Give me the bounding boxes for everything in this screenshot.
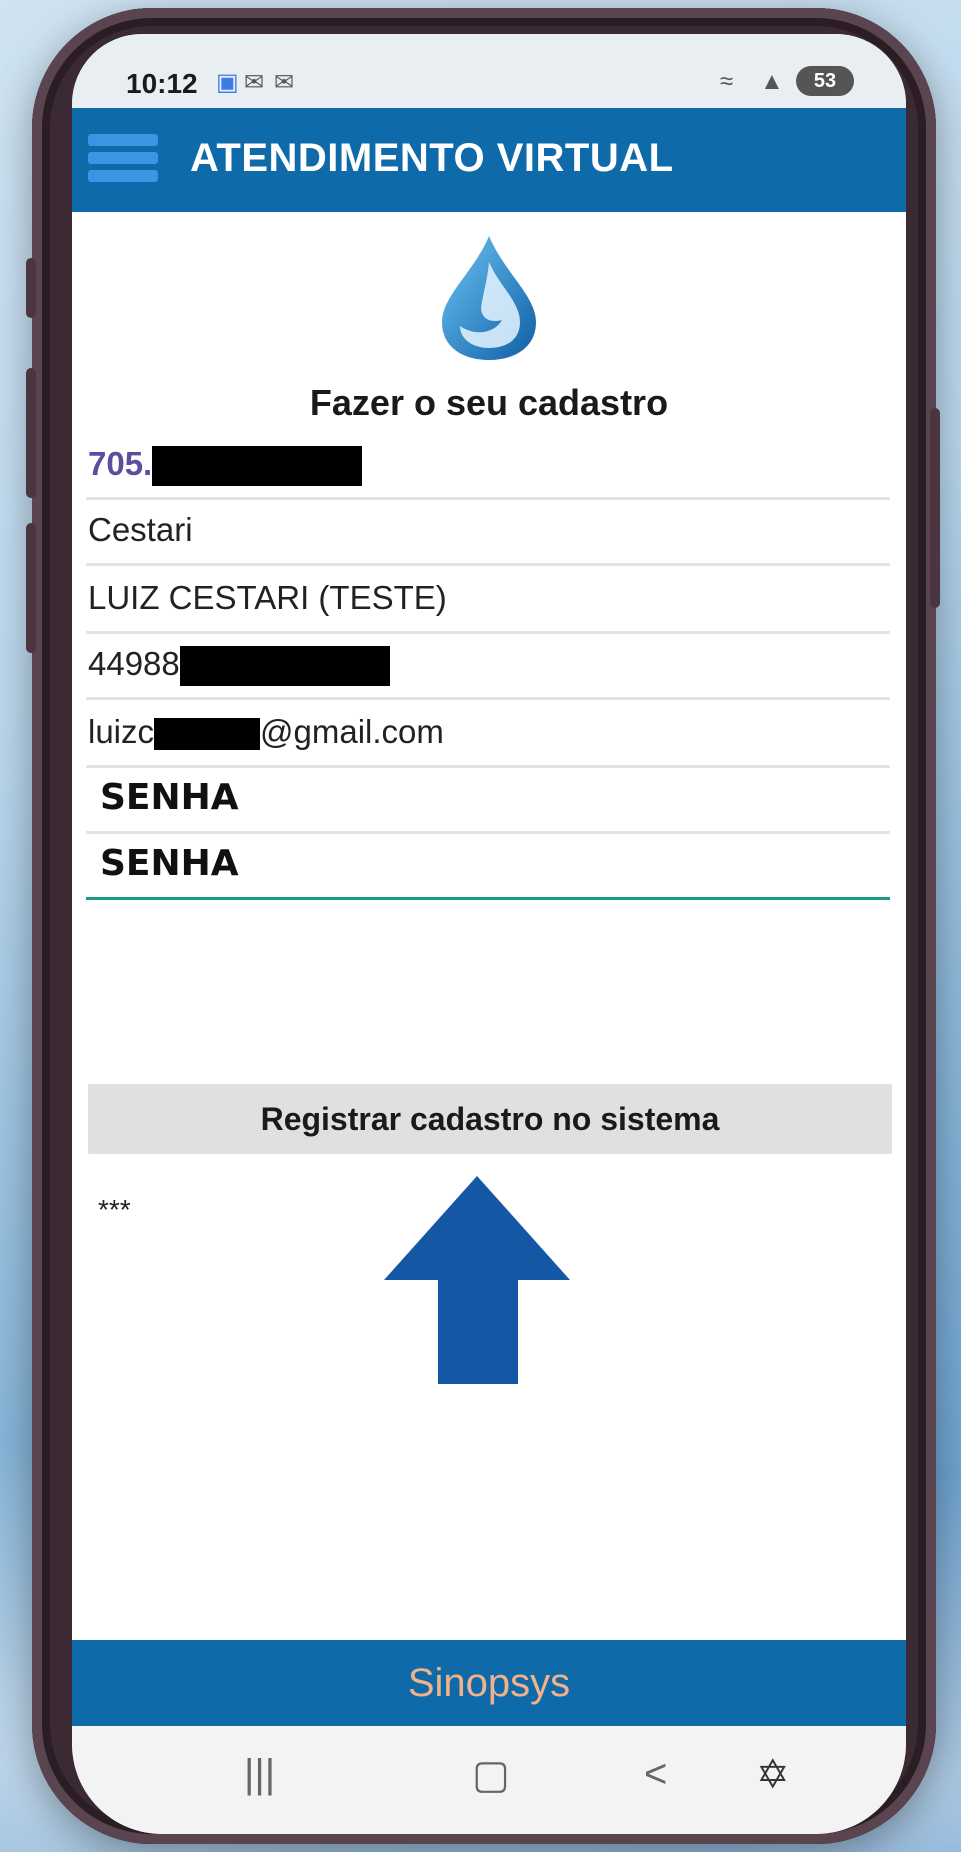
back-icon[interactable]: < (644, 1752, 667, 1797)
redaction-box (154, 718, 261, 751)
footer: Sinopsys (72, 1640, 906, 1726)
phone-screen: 10:12 ▣ ✉ ✉ ≈ ▲ 53 ATENDIMENTO VIRTUAL F… (72, 34, 906, 1834)
full-name-value: LUIZ CESTARI (TESTE) (88, 579, 447, 616)
volume-up-button (26, 258, 36, 318)
gmail-icon: ✉ (244, 69, 265, 96)
volume-down-button (26, 368, 36, 498)
side-key (26, 523, 36, 653)
menu-button[interactable] (88, 134, 158, 190)
confirm-password-field[interactable]: SENHA (86, 834, 890, 900)
full-name-field[interactable]: LUIZ CESTARI (TESTE) (86, 568, 890, 634)
home-icon[interactable]: ▢ (472, 1752, 510, 1798)
app-notification-icon: ▣ (216, 69, 239, 96)
water-drop-logo-icon (442, 236, 536, 360)
android-nav-bar: ||| ▢ < ✡ (72, 1726, 906, 1834)
phone-value: 44988 (88, 645, 180, 682)
arrow-up-icon (384, 1176, 570, 1384)
app-header: ATENDIMENTO VIRTUAL (72, 108, 906, 212)
menu-icon-bar (88, 152, 158, 164)
email-prefix: luizc (88, 713, 155, 750)
status-time: 10:12 (126, 68, 198, 99)
surname-value: Cestari (88, 511, 193, 548)
status-note: *** (98, 1194, 131, 1225)
menu-icon-bar (88, 134, 158, 146)
recent-apps-icon[interactable]: ||| (244, 1752, 275, 1797)
page-title: Fazer o seu cadastro (309, 382, 669, 423)
accessibility-icon[interactable]: ✡ (756, 1752, 790, 1798)
email-field[interactable]: luizc @gmail.com (86, 702, 890, 768)
phone-field[interactable]: 44988 (86, 634, 890, 700)
password-field[interactable]: SENHA (86, 768, 890, 834)
footer-brand: Sinopsys (407, 1661, 571, 1705)
gmail-icon: ✉ (274, 69, 295, 96)
wifi-icon: ≈ (720, 68, 734, 95)
power-button (930, 408, 940, 608)
cpf-value: 705. (88, 445, 153, 482)
signal-icon: ▲ (760, 68, 784, 95)
status-bar: 10:12 ▣ ✉ ✉ ≈ ▲ 53 (72, 34, 906, 108)
cpf-field[interactable]: 705. (86, 434, 890, 500)
battery-indicator: 53 (796, 66, 854, 96)
register-button[interactable]: Registrar cadastro no sistema (88, 1084, 892, 1154)
redaction-box (152, 446, 363, 487)
redaction-box (179, 646, 390, 687)
confirm-password-placeholder: SENHA (100, 843, 239, 884)
password-placeholder: SENHA (100, 777, 239, 818)
email-suffix: @gmail.com (260, 713, 444, 750)
app-title: ATENDIMENTO VIRTUAL (190, 136, 674, 180)
surname-field[interactable]: Cestari (86, 500, 890, 566)
menu-icon-bar (88, 170, 158, 182)
